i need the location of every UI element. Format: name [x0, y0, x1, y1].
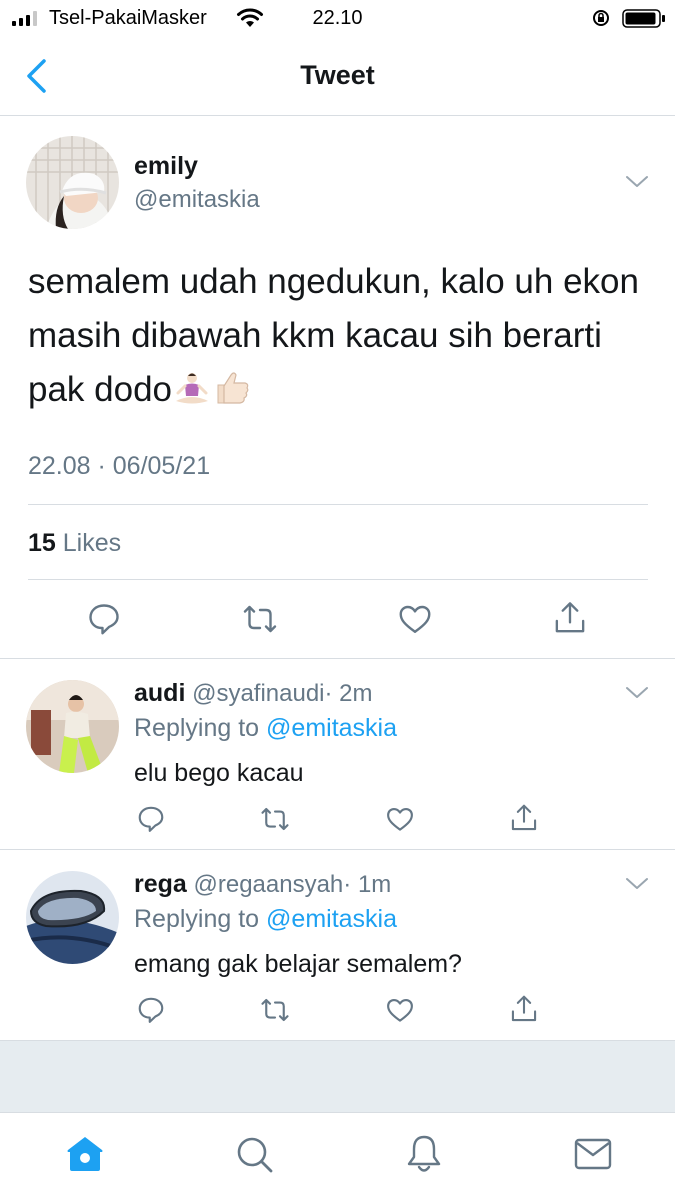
status-bar: Tsel-PakaiMasker 22.10: [0, 0, 675, 36]
reply-author-handle[interactable]: @regaansyah: [193, 871, 343, 898]
reply-author-name[interactable]: rega: [134, 870, 187, 898]
thumbs-up-emoji-icon: [212, 369, 252, 423]
notifications-bell-icon[interactable]: [403, 1133, 445, 1175]
chevron-down-icon[interactable]: [625, 686, 649, 700]
empty-feed-area: [0, 1040, 675, 1112]
avatar[interactable]: [26, 871, 119, 964]
author-name[interactable]: emily: [134, 152, 198, 181]
search-icon[interactable]: [233, 1133, 275, 1175]
chevron-down-icon[interactable]: [625, 175, 649, 189]
likes-label: Likes: [62, 529, 122, 557]
retweet-icon[interactable]: [242, 601, 278, 637]
divider: [0, 849, 675, 850]
reply-text: elu bego kacau: [134, 759, 304, 787]
navigation-bar: Tweet: [0, 36, 675, 116]
replying-to: Replying to @emitaskia: [134, 905, 397, 934]
divider: [0, 658, 675, 659]
reply-header: audi @syafinaudi· 2m: [134, 679, 373, 708]
replying-to-mention[interactable]: @emitaskia: [266, 905, 397, 933]
avatar[interactable]: [26, 136, 119, 229]
reply-icon[interactable]: [136, 995, 166, 1025]
replying-to: Replying to @emitaskia: [134, 714, 397, 743]
likes-summary[interactable]: 15 Likes: [28, 529, 121, 558]
retweet-icon[interactable]: [260, 804, 290, 834]
divider: [28, 504, 648, 505]
battery-icon: [622, 9, 665, 28]
retweet-icon[interactable]: [260, 995, 290, 1025]
like-heart-icon[interactable]: [397, 601, 433, 637]
reply-icon[interactable]: [86, 601, 122, 637]
tab-bar: [0, 1112, 675, 1200]
share-icon[interactable]: [509, 993, 539, 1025]
avatar[interactable]: [26, 680, 119, 773]
replying-to-label: Replying to: [134, 714, 260, 742]
author-handle[interactable]: @emitaskia: [134, 186, 260, 214]
messages-envelope-icon[interactable]: [572, 1133, 614, 1175]
home-icon[interactable]: [64, 1133, 106, 1175]
replying-to-mention[interactable]: @emitaskia: [266, 714, 397, 742]
reply-author-handle[interactable]: @syafinaudi: [192, 680, 324, 707]
share-icon[interactable]: [509, 802, 539, 834]
page-title: Tweet: [300, 60, 375, 90]
like-heart-icon[interactable]: [385, 804, 415, 834]
tweet-text: semalem udah ngedukun, kalo uh ekon masi…: [28, 255, 648, 423]
status-time: 22.10: [312, 7, 363, 29]
likes-count: 15: [28, 529, 56, 557]
reply-text: emang gak belajar semalem?: [134, 950, 462, 978]
tweet-timestamp: 22.08 · 06/05/21: [28, 452, 211, 480]
chevron-down-icon[interactable]: [625, 877, 649, 891]
orientation-lock-icon: [593, 10, 609, 26]
replying-to-label: Replying to: [134, 905, 260, 933]
like-heart-icon[interactable]: [385, 995, 415, 1025]
reply-time: · 1m: [343, 871, 392, 898]
tweet-body: semalem udah ngedukun, kalo uh ekon masi…: [28, 262, 639, 409]
reply-time: · 2m: [324, 680, 373, 707]
reply-header: rega @regaansyah· 1m: [134, 870, 391, 899]
share-icon[interactable]: [552, 599, 588, 637]
reply-icon[interactable]: [136, 804, 166, 834]
yoga-emoji-icon: [172, 369, 212, 423]
reply-author-name[interactable]: audi: [134, 679, 185, 707]
divider: [28, 579, 648, 580]
